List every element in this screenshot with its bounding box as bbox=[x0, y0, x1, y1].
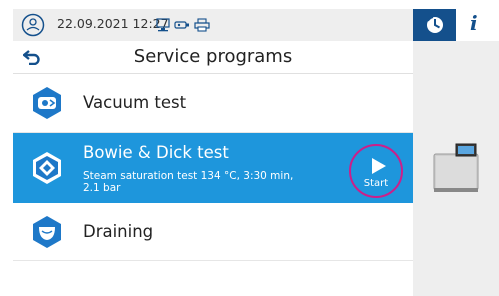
program-label: Bowie & Dick test bbox=[83, 143, 229, 162]
screen: 22.09.2021 12:27 i Service programs Vacu… bbox=[13, 0, 499, 296]
tab-service-programs[interactable] bbox=[413, 9, 456, 41]
program-item-bowie-dick-test[interactable]: Bowie & Dick test Steam saturation test … bbox=[13, 133, 413, 203]
program-label: Vacuum test bbox=[83, 93, 187, 112]
draining-icon bbox=[33, 216, 61, 248]
vacuum-test-icon bbox=[33, 87, 61, 119]
printer-icon bbox=[194, 18, 210, 32]
device-logo-icon bbox=[21, 13, 45, 37]
program-description: Steam saturation test 134 °C, 3:30 min, … bbox=[83, 170, 294, 194]
program-item-draining[interactable]: Draining bbox=[13, 204, 413, 261]
tab-info[interactable]: i bbox=[456, 9, 499, 41]
page-header: Service programs bbox=[13, 41, 413, 74]
start-button[interactable]: Start bbox=[349, 144, 403, 198]
page-title: Service programs bbox=[133, 46, 293, 67]
start-label: Start bbox=[363, 178, 389, 189]
info-icon: i bbox=[470, 11, 478, 35]
list-empty-area bbox=[13, 261, 413, 296]
play-icon bbox=[372, 158, 386, 174]
status-bar: 22.09.2021 12:27 bbox=[13, 9, 413, 41]
usb-stick-icon bbox=[174, 21, 189, 29]
date-time: 22.09.2021 12:27 bbox=[57, 16, 169, 31]
right-panel: i bbox=[413, 9, 499, 296]
bowie-dick-test-icon bbox=[33, 152, 61, 184]
autoclave-device-icon bbox=[433, 143, 479, 192]
service-program-icon bbox=[427, 16, 443, 33]
monitor-icon bbox=[156, 18, 170, 32]
program-item-vacuum-test[interactable]: Vacuum test bbox=[13, 74, 413, 133]
program-label: Draining bbox=[83, 222, 154, 241]
